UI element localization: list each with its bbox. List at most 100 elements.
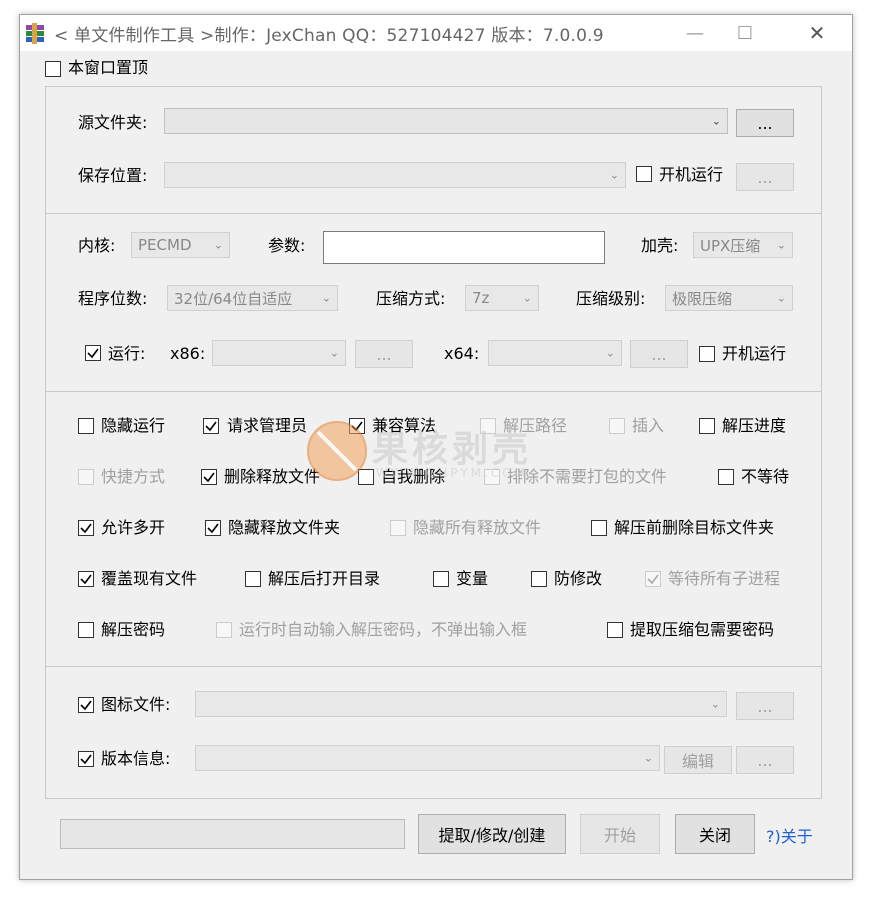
compress-method-combo[interactable]: 7z ⌄ [465, 285, 539, 311]
run-autostart-label: 开机运行 [722, 344, 787, 363]
minimize-icon[interactable]: — [672, 15, 718, 51]
no-wait-checkbox[interactable] [718, 469, 734, 485]
run-checkbox[interactable] [85, 345, 101, 361]
checkmark-icon [87, 348, 99, 359]
icon-file-label: 图标文件: [101, 695, 171, 714]
open-dir-label: 解压后打开目录 [268, 569, 381, 588]
chevron-down-icon: ⌄ [522, 291, 532, 305]
icon-file-checkbox[interactable] [78, 697, 94, 713]
chevron-down-icon: ⌄ [213, 238, 223, 252]
checkmark-icon [207, 523, 219, 534]
no-wait-label: 不等待 [741, 467, 790, 486]
source-folder-combo[interactable]: ⌄ [164, 108, 728, 134]
chevron-down-icon: ⌄ [321, 291, 331, 305]
chevron-down-icon: ⌄ [329, 346, 339, 360]
run-autostart-checkbox[interactable] [699, 346, 715, 362]
checkmark-icon [80, 523, 92, 534]
checkmark-icon [203, 472, 215, 483]
kernel-label: 内核: [78, 236, 116, 255]
about-link[interactable]: ?)关于 [766, 823, 813, 847]
autostart-label: 开机运行 [659, 165, 724, 184]
chevron-down-icon: ⌄ [776, 238, 786, 252]
winrar-books-icon [24, 22, 46, 44]
variable-label: 变量 [456, 569, 489, 588]
hide-folder-label: 隐藏释放文件夹 [228, 518, 341, 537]
checkmark-icon [205, 421, 217, 432]
chevron-down-icon: ⌄ [609, 168, 619, 182]
insert-label: 插入 [632, 416, 665, 435]
version-info-combo[interactable]: ⌄ [195, 745, 660, 771]
variable-checkbox[interactable] [433, 571, 449, 587]
icon-file-combo[interactable]: ⌄ [195, 691, 727, 717]
bits-label: 程序位数: [78, 289, 148, 308]
x64-combo[interactable]: ⌄ [488, 340, 622, 366]
close-icon[interactable]: ✕ [794, 15, 840, 51]
shell-combo[interactable]: UPX压缩 ⌄ [693, 232, 793, 258]
x86-combo[interactable]: ⌄ [212, 340, 346, 366]
window-title: < 单文件制作工具 >制作：JexChan QQ：527104427 版本：7.… [54, 26, 604, 46]
insert-checkbox[interactable] [609, 418, 625, 434]
watermark-text: 果核剥壳 [372, 429, 533, 470]
edit-version-button[interactable]: 编辑 [664, 746, 732, 774]
version-info-checkbox[interactable] [78, 751, 94, 767]
anti-modify-checkbox[interactable] [531, 571, 547, 587]
separator [46, 213, 821, 214]
shell-label: 加壳: [641, 236, 679, 255]
hide-run-checkbox[interactable] [78, 418, 94, 434]
overwrite-checkbox[interactable] [78, 571, 94, 587]
wait-children-checkbox[interactable] [645, 571, 661, 587]
topmost-checkbox[interactable] [45, 61, 61, 77]
wait-children-label: 等待所有子进程 [668, 569, 781, 588]
progress-label: 解压进度 [722, 416, 787, 435]
checkmark-icon [80, 754, 92, 765]
extract-needs-pwd-label: 提取压缩包需要密码 [630, 620, 775, 639]
shortcut-checkbox[interactable] [78, 469, 94, 485]
start-button[interactable]: 开始 [580, 814, 660, 854]
hide-folder-checkbox[interactable] [205, 520, 221, 536]
x86-label: x86: [170, 344, 206, 363]
multi-open-label: 允许多开 [101, 518, 166, 537]
save-location-combo[interactable]: ⌄ [164, 162, 626, 188]
open-dir-checkbox[interactable] [245, 571, 261, 587]
watermark-url: WWW.GHPYM.COM [376, 466, 529, 480]
anti-modify-label: 防修改 [554, 569, 603, 588]
browse-source-button[interactable]: ... [736, 109, 794, 137]
compress-method-label: 压缩方式: [376, 289, 446, 308]
delete-target-checkbox[interactable] [591, 520, 607, 536]
compress-level-combo[interactable]: 极限压缩 ⌄ [665, 285, 793, 311]
multi-open-checkbox[interactable] [78, 520, 94, 536]
browse-save-button[interactable]: ... [736, 163, 794, 191]
hide-all-label: 隐藏所有释放文件 [413, 518, 542, 537]
extract-needs-pwd-checkbox[interactable] [607, 622, 623, 638]
browse-x64-button[interactable]: ... [630, 340, 688, 368]
browse-version-button[interactable]: ... [736, 746, 794, 774]
version-info-label: 版本信息: [101, 749, 171, 768]
checkmark-icon [80, 700, 92, 711]
auto-password-label: 运行时自动输入解压密码，不弹出输入框 [239, 620, 528, 639]
password-checkbox[interactable] [78, 622, 94, 638]
progress-bar [60, 819, 405, 849]
kernel-combo[interactable]: PECMD ⌄ [131, 232, 230, 258]
params-input[interactable] [323, 231, 605, 264]
admin-checkbox[interactable] [203, 418, 219, 434]
checkmark-icon [80, 574, 92, 585]
run-label: 运行: [108, 344, 146, 363]
close-button[interactable]: 关闭 [675, 814, 755, 854]
auto-password-checkbox[interactable] [216, 622, 232, 638]
password-label: 解压密码 [101, 620, 166, 639]
hide-all-checkbox[interactable] [390, 520, 406, 536]
params-label: 参数: [268, 236, 306, 255]
progress-checkbox[interactable] [699, 418, 715, 434]
source-folder-label: 源文件夹: [78, 113, 148, 132]
browse-x86-button[interactable]: ... [355, 340, 413, 368]
maximize-icon[interactable]: ☐ [722, 15, 768, 51]
overwrite-label: 覆盖现有文件 [101, 569, 198, 588]
browse-icon-button[interactable]: ... [736, 692, 794, 720]
bits-combo[interactable]: 32位/64位自适应 ⌄ [167, 285, 338, 311]
extract-modify-create-button[interactable]: 提取/修改/创建 [418, 814, 566, 854]
compress-level-label: 压缩级别: [576, 289, 646, 308]
delete-released-checkbox[interactable] [201, 469, 217, 485]
autostart-checkbox[interactable] [636, 166, 652, 182]
separator [46, 391, 821, 392]
topmost-label: 本窗口置顶 [68, 58, 149, 77]
